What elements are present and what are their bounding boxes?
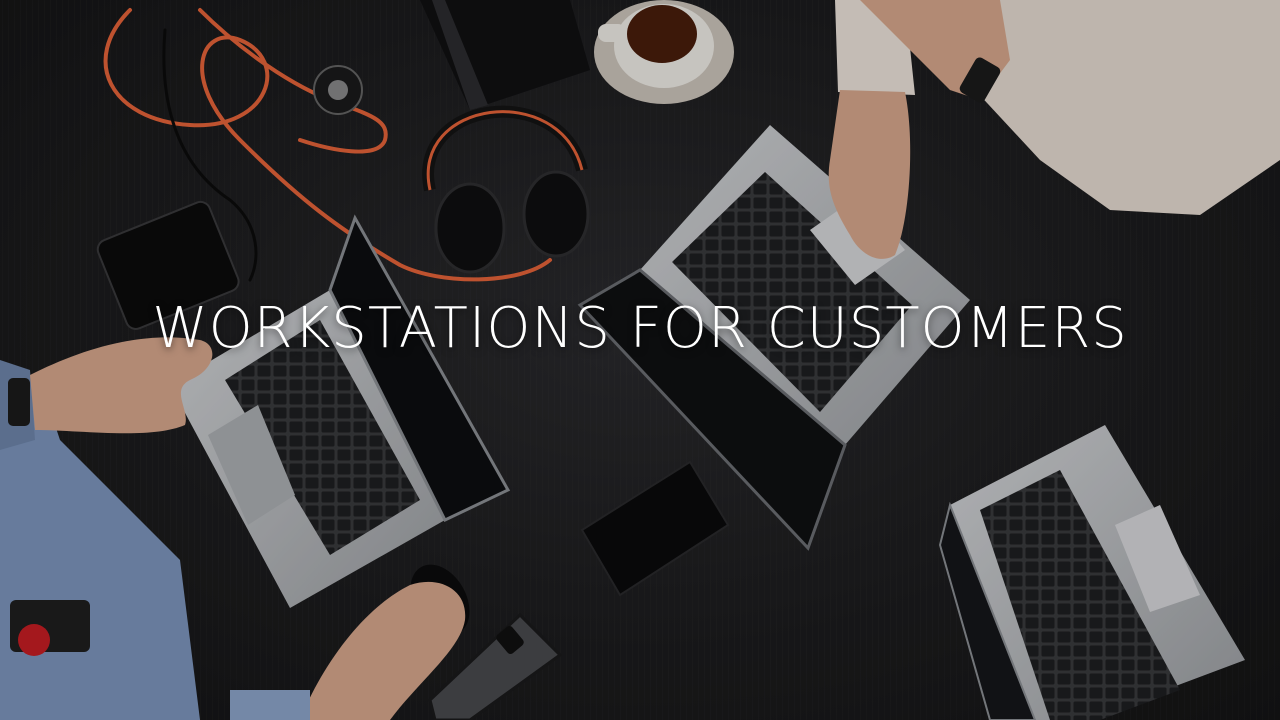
hero-banner: WORKSTATIONS FOR CUSTOMERS [0,0,1280,720]
page-title: WORKSTATIONS FOR CUSTOMERS [152,296,1128,361]
